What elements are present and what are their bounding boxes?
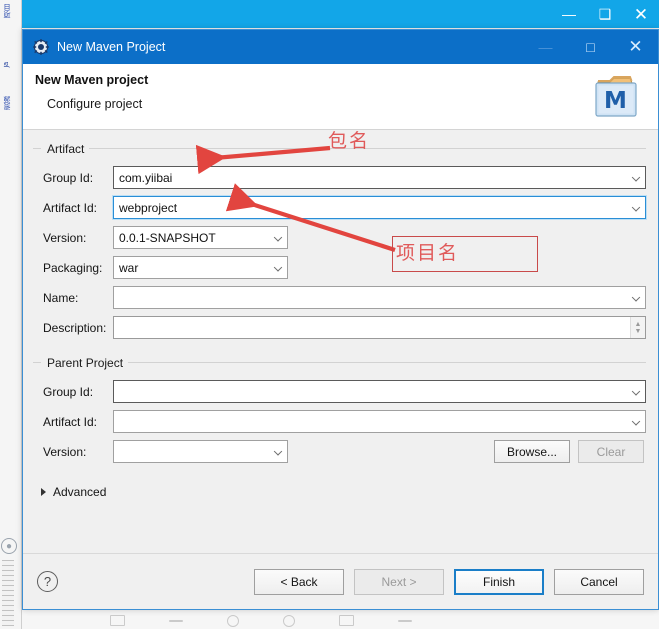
ide-maximize-button[interactable]: ❑: [587, 0, 623, 28]
ide-left-strip: 项目 ja 资源 ●: [0, 0, 22, 629]
label-parent-group-id: Group Id:: [43, 384, 94, 399]
clear-button: Clear: [578, 440, 644, 463]
field-row-name: Name:: [35, 286, 646, 309]
input-packaging[interactable]: war: [113, 256, 288, 279]
input-name[interactable]: [113, 286, 646, 309]
field-row-parent-version: Version: Browse... Clear: [35, 440, 646, 463]
maven-logo-icon: M: [590, 72, 642, 122]
label-packaging: Packaging:: [43, 260, 103, 275]
label-version: Version:: [43, 230, 87, 245]
label-group-id: Group Id:: [43, 170, 94, 185]
cancel-button[interactable]: Cancel: [554, 568, 644, 595]
field-row-artifact-id: Artifact Id: webproject: [35, 195, 647, 220]
label-parent-version: Version:: [43, 444, 87, 459]
dialog-heading: New Maven project: [35, 73, 149, 87]
dialog-footer: ? < Back Next > Finish Cancel: [23, 553, 658, 609]
dialog-minimize-button[interactable]: —: [523, 30, 568, 64]
input-artifact-id[interactable]: webproject: [112, 195, 647, 220]
group-divider: [33, 148, 646, 149]
input-parent-group-id[interactable]: [113, 380, 646, 403]
ide-vertical-tab[interactable]: 项目: [3, 4, 13, 18]
field-row-parent-group-id: Group Id:: [35, 380, 646, 403]
dialog-content: Artifact Group Id: com.yiibai Artifact I…: [23, 130, 658, 553]
description-scroll-handle[interactable]: ▲ ▼: [630, 317, 645, 338]
input-parent-artifact-id[interactable]: [113, 410, 646, 433]
dialog-titlebar[interactable]: New Maven Project — □ ✕: [23, 30, 658, 64]
dialog-maximize-button[interactable]: □: [568, 30, 613, 64]
ide-titlebar: — ❑ ✕: [22, 0, 659, 28]
advanced-section-toggle[interactable]: Advanced: [41, 485, 648, 499]
dialog-close-button[interactable]: ✕: [613, 30, 658, 64]
help-button[interactable]: ?: [37, 571, 58, 592]
label-name: Name:: [43, 290, 79, 305]
input-parent-version[interactable]: [113, 440, 288, 463]
field-row-description: Description: ▲ ▼: [35, 316, 646, 339]
label-artifact-id: Artifact Id:: [43, 200, 98, 215]
field-row-version: Version: 0.0.1-SNAPSHOT: [35, 226, 646, 249]
label-parent-artifact-id: Artifact Id:: [43, 414, 98, 429]
triangle-right-icon: [41, 488, 46, 496]
parent-project-group: Parent Project Group Id: Artifact Id: Ve…: [33, 354, 648, 471]
parent-group-title: Parent Project: [41, 356, 129, 370]
browse-button[interactable]: Browse...: [493, 440, 570, 463]
field-row-packaging: Packaging: war: [35, 256, 646, 279]
artifact-group: Artifact Group Id: com.yiibai Artifact I…: [33, 140, 648, 350]
dialog-subheading: Configure project: [47, 97, 143, 111]
ide-ruler: [2, 560, 14, 626]
finish-button[interactable]: Finish: [454, 568, 544, 595]
ide-vertical-tab[interactable]: 资源: [3, 96, 13, 110]
footer-buttons: < Back Next > Finish Cancel: [254, 568, 644, 595]
ide-window-controls: — ❑ ✕: [551, 0, 659, 28]
label-description: Description:: [43, 320, 107, 335]
dialog-header: New Maven project Configure project M: [23, 64, 658, 130]
advanced-label: Advanced: [53, 485, 107, 499]
taskbar-icon: [398, 619, 412, 622]
ide-minimize-button[interactable]: —: [551, 0, 587, 28]
input-description[interactable]: [113, 316, 646, 339]
ide-vertical-tab[interactable]: ja: [3, 62, 10, 67]
taskbar-icon: [227, 614, 239, 627]
svg-text:M: M: [604, 88, 627, 114]
input-group-id[interactable]: com.yiibai: [113, 166, 646, 189]
artifact-group-title: Artifact: [41, 142, 90, 156]
taskbar-icon: [339, 615, 354, 626]
field-row-parent-artifact-id: Artifact Id:: [35, 410, 646, 433]
screen: 项目 ja 资源 ● — ❑ ✕ New Maven Project — □ ✕…: [0, 0, 659, 629]
ide-clock-icon: ●: [1, 538, 17, 554]
field-row-group-id: Group Id: com.yiibai: [35, 166, 646, 189]
taskbar-icons: [110, 612, 540, 629]
ide-close-button[interactable]: ✕: [623, 0, 659, 28]
taskbar-icon: [283, 614, 295, 627]
dialog-title: New Maven Project: [57, 40, 166, 54]
input-version[interactable]: 0.0.1-SNAPSHOT: [113, 226, 288, 249]
next-button: Next >: [354, 568, 444, 595]
new-maven-project-dialog: New Maven Project — □ ✕ New Maven projec…: [22, 29, 659, 610]
taskbar-icon: [169, 619, 183, 622]
taskbar-icon: [110, 615, 125, 626]
back-button[interactable]: < Back: [254, 568, 344, 595]
maven-gear-icon: [33, 39, 49, 55]
